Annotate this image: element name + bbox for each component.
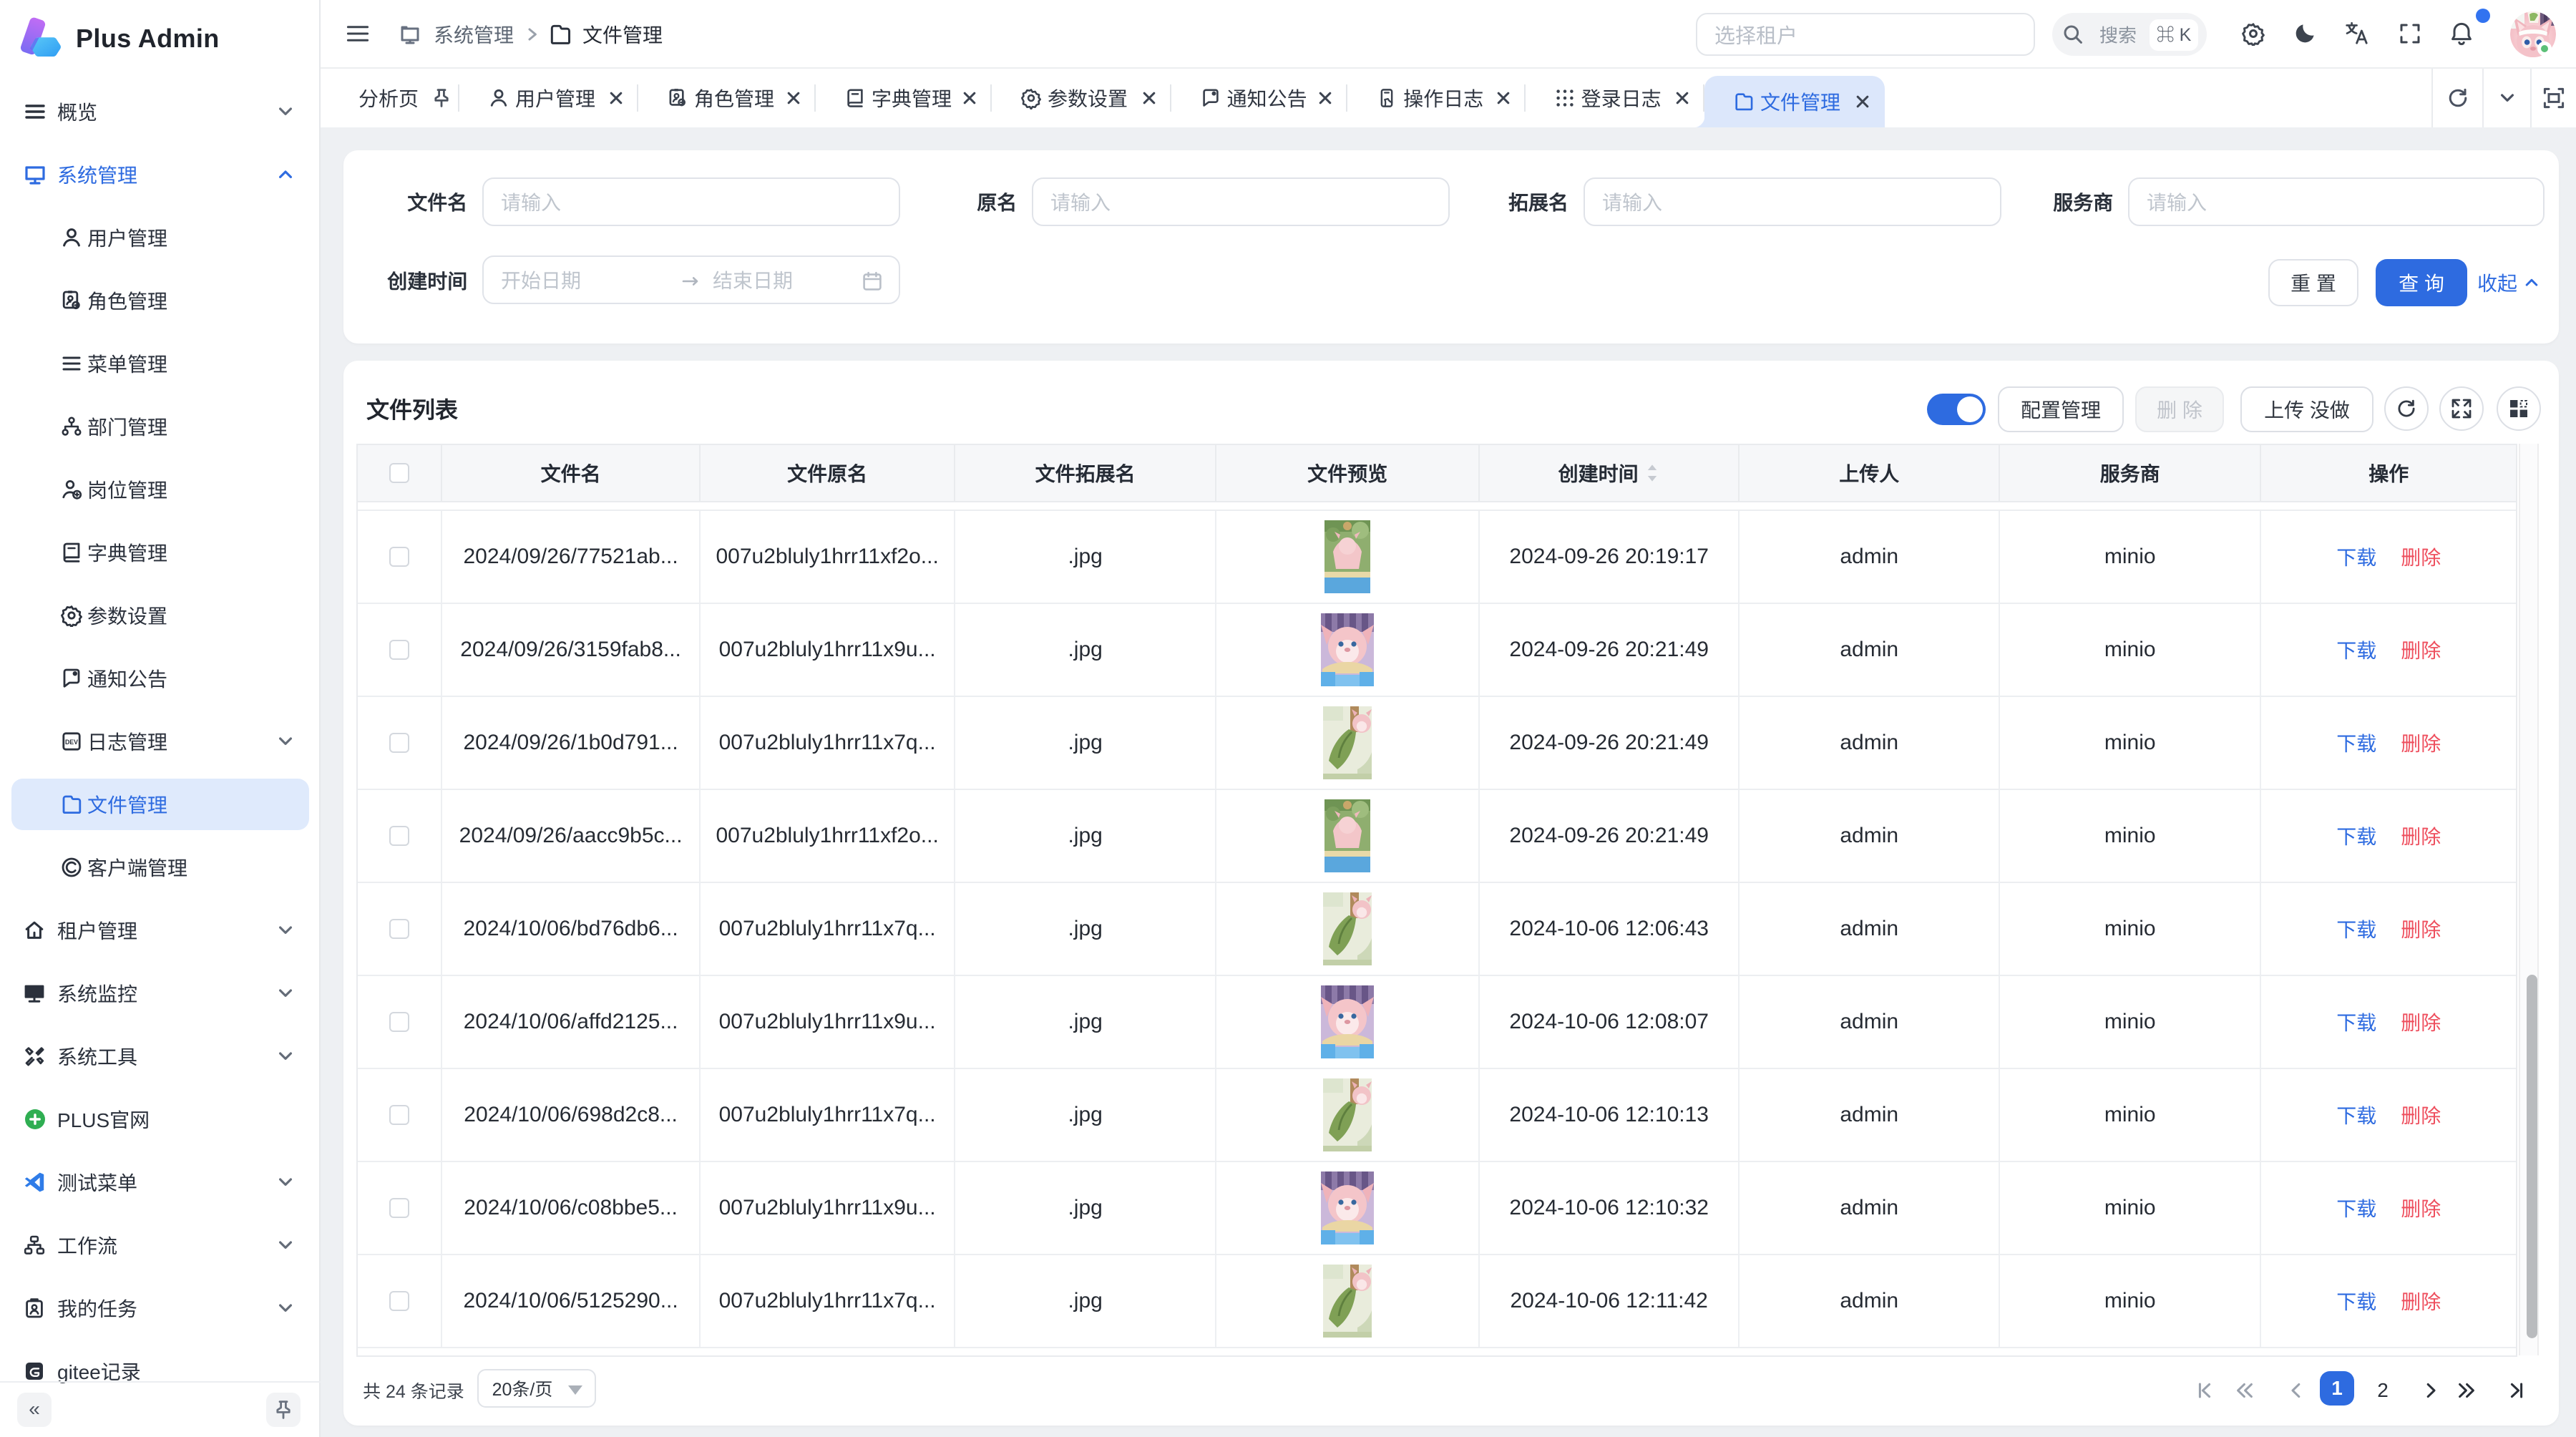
svg-text:DEV: DEV — [65, 739, 78, 746]
